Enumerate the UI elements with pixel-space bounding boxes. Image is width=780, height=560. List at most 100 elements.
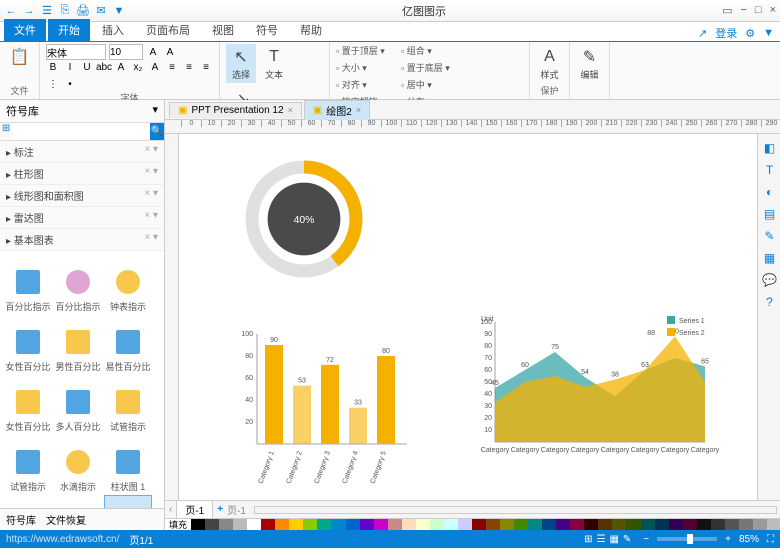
- shape-9[interactable]: 试管指示: [4, 435, 52, 493]
- tab-file[interactable]: 文件: [4, 19, 46, 41]
- ribbon-right-0[interactable]: ↗: [698, 27, 707, 40]
- rtool-4[interactable]: ✎: [762, 228, 778, 244]
- swatch-6[interactable]: [275, 519, 289, 530]
- fmt-10[interactable]: ⋮: [46, 77, 60, 91]
- font-size-combo[interactable]: [109, 44, 143, 60]
- chart-area[interactable]: Unit102030405060708090100456075543863706…: [469, 314, 729, 494]
- paste-button[interactable]: 📋: [6, 44, 33, 70]
- shape-5[interactable]: 易性百分比: [104, 315, 152, 373]
- doctab-0[interactable]: ▣PPT Presentation 12×: [169, 102, 302, 118]
- swatch-24[interactable]: [528, 519, 542, 530]
- cat-1[interactable]: ▸ 柱形图× ▾: [0, 163, 164, 185]
- swatch-15[interactable]: [402, 519, 416, 530]
- qat-3[interactable]: ⎘: [58, 4, 72, 18]
- doctab-1[interactable]: ▣绘图2×: [304, 100, 370, 120]
- swatch-10[interactable]: [331, 519, 345, 530]
- swatch-2[interactable]: [219, 519, 233, 530]
- swatch-13[interactable]: [374, 519, 388, 530]
- status-icon-1[interactable]: ☰: [596, 534, 605, 545]
- fmt-11[interactable]: •: [63, 77, 77, 91]
- fmt-2[interactable]: U: [80, 60, 94, 74]
- style-button[interactable]: A 样式: [536, 44, 563, 83]
- tab-3[interactable]: 视图: [202, 19, 244, 41]
- arrange-2[interactable]: ▫ 大小 ▾: [336, 61, 398, 75]
- footer-recovery[interactable]: 文件恢复: [46, 512, 86, 527]
- swatch-34[interactable]: [669, 519, 683, 530]
- arrange-0[interactable]: ▫ 置于顶层 ▾: [336, 44, 398, 58]
- doctab-close-1[interactable]: ×: [356, 105, 361, 115]
- rtool-7[interactable]: ?: [762, 294, 778, 310]
- tab-2[interactable]: 页面布局: [136, 19, 200, 41]
- qat-6[interactable]: ▼: [112, 4, 126, 18]
- shape-10[interactable]: 水滴指示: [54, 435, 102, 493]
- swatch-3[interactable]: [233, 519, 247, 530]
- swatch-29[interactable]: [598, 519, 612, 530]
- ribbon-right-3[interactable]: ▼: [763, 27, 774, 39]
- swatch-12[interactable]: [360, 519, 374, 530]
- swatch-16[interactable]: [416, 519, 430, 530]
- fmt-5[interactable]: x₂: [131, 60, 145, 74]
- swatch-33[interactable]: [655, 519, 669, 530]
- shape-0[interactable]: 百分比指示: [4, 255, 52, 313]
- swatch-22[interactable]: [500, 519, 514, 530]
- search-button[interactable]: 🔍: [150, 123, 164, 140]
- qat-4[interactable]: 🖨: [76, 4, 90, 18]
- shape-2[interactable]: 钟表指示: [104, 255, 152, 313]
- shape-7[interactable]: 多人百分比: [54, 375, 102, 433]
- swatch-41[interactable]: [767, 519, 780, 530]
- rtool-3[interactable]: ▤: [762, 206, 778, 222]
- arrange-3[interactable]: ▫ 置于底层 ▾: [401, 61, 463, 75]
- swatch-18[interactable]: [444, 519, 458, 530]
- arrange-5[interactable]: ▫ 居中 ▾: [401, 78, 463, 92]
- swatch-4[interactable]: [247, 519, 261, 530]
- filter-icon[interactable]: ⊞: [0, 123, 12, 140]
- win-3[interactable]: ×: [770, 4, 776, 17]
- qat-5[interactable]: ✉: [94, 4, 108, 18]
- shape-12[interactable]: 条形图: [4, 495, 52, 508]
- swatch-38[interactable]: [725, 519, 739, 530]
- page-tab-1[interactable]: 页-1: [176, 500, 213, 519]
- chart-donut[interactable]: 40%: [239, 154, 369, 284]
- sidepanel-menu-icon[interactable]: ▾: [152, 103, 158, 119]
- swatch-1[interactable]: [205, 519, 219, 530]
- swatch-27[interactable]: [570, 519, 584, 530]
- search-input[interactable]: [12, 123, 150, 140]
- rtool-5[interactable]: ▦: [762, 250, 778, 266]
- swatch-5[interactable]: [261, 519, 275, 530]
- swatch-17[interactable]: [430, 519, 444, 530]
- zoom-slider[interactable]: [657, 537, 717, 541]
- cat-2[interactable]: ▸ 线形图和面积图× ▾: [0, 185, 164, 207]
- shape-11[interactable]: 柱状图 1: [104, 435, 152, 493]
- shape-4[interactable]: 男性百分比: [54, 315, 102, 373]
- tab-1[interactable]: 插入: [92, 19, 134, 41]
- fmt-7[interactable]: ≡: [165, 60, 179, 74]
- font-grow-icon[interactable]: A: [146, 45, 160, 59]
- shape-6[interactable]: 女性百分比: [4, 375, 52, 433]
- shape-13[interactable]: 向上箭头: [54, 495, 102, 508]
- swatch-31[interactable]: [626, 519, 640, 530]
- fmt-3[interactable]: abc: [97, 60, 111, 74]
- fmt-9[interactable]: ≡: [199, 60, 213, 74]
- swatch-26[interactable]: [556, 519, 570, 530]
- shape-3[interactable]: 女性百分比: [4, 315, 52, 373]
- fmt-8[interactable]: ≡: [182, 60, 196, 74]
- h-scrollbar[interactable]: [254, 506, 777, 514]
- qat-0[interactable]: ←: [4, 4, 18, 18]
- swatch-7[interactable]: [289, 519, 303, 530]
- arrange-4[interactable]: ▫ 对齐 ▾: [336, 78, 398, 92]
- canvas[interactable]: 40% 2040608010090Category 153Category 27…: [179, 134, 757, 500]
- zoom-in-icon[interactable]: +: [725, 534, 731, 545]
- page-add-icon[interactable]: +: [217, 504, 223, 515]
- edit-button[interactable]: ✎ 编辑: [576, 44, 603, 83]
- swatch-9[interactable]: [317, 519, 331, 530]
- swatch-39[interactable]: [739, 519, 753, 530]
- swatch-35[interactable]: [683, 519, 697, 530]
- status-icon-3[interactable]: ✎: [623, 534, 631, 545]
- swatch-36[interactable]: [697, 519, 711, 530]
- qat-2[interactable]: ☰: [40, 4, 54, 18]
- footer-symbols[interactable]: 符号库: [6, 512, 36, 527]
- swatch-28[interactable]: [584, 519, 598, 530]
- swatch-25[interactable]: [542, 519, 556, 530]
- swatch-30[interactable]: [612, 519, 626, 530]
- qat-1[interactable]: →: [22, 4, 36, 18]
